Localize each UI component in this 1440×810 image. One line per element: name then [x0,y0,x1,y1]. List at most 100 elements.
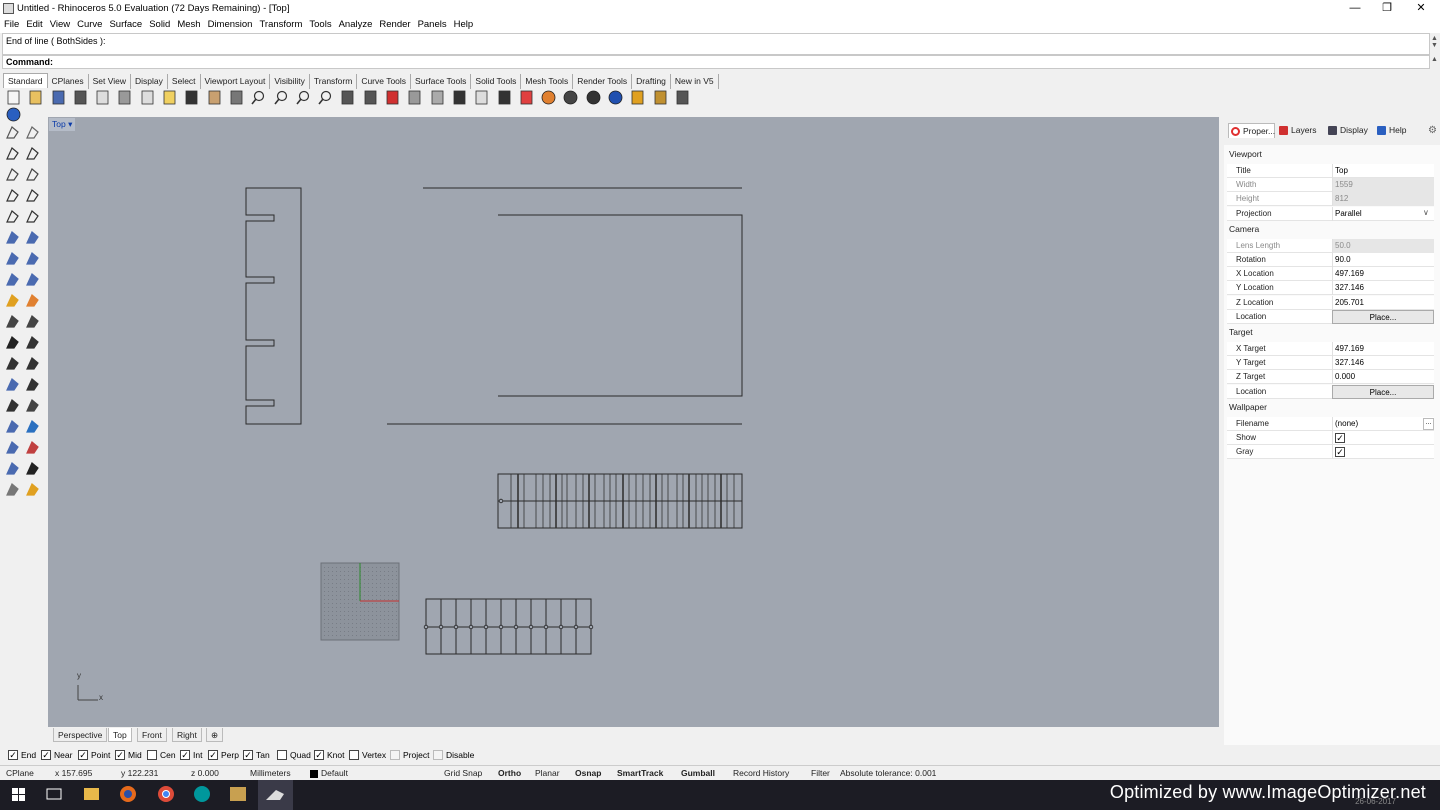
osnap-toggle[interactable]: Osnap [575,767,601,780]
osnap-tan-checkbox[interactable]: ✓ [243,750,253,760]
toolbar-tab-select[interactable]: Select [168,74,201,89]
osnap-point-checkbox[interactable]: ✓ [78,750,88,760]
osnap-int-checkbox[interactable]: ✓ [180,750,190,760]
undo-icon[interactable] [183,89,200,106]
split-icon[interactable] [4,313,21,330]
gear-icon[interactable] [652,89,669,106]
tab-top[interactable]: Top [108,728,132,742]
osnap-end-checkbox[interactable]: ✓ [8,750,18,760]
array-icon[interactable] [4,397,21,414]
explode-icon[interactable] [24,292,41,309]
paint-icon[interactable] [24,481,41,498]
boolean-icon[interactable] [4,292,21,309]
osnap-project-checkbox[interactable] [390,750,400,760]
dimension-icon[interactable] [24,376,41,393]
prop-value-z-target[interactable]: 0.000 [1332,370,1434,385]
osnap-disable[interactable]: Disable [433,750,474,761]
arc-icon[interactable] [4,208,21,225]
toolbar-tab-transform[interactable]: Transform [310,74,358,89]
group-icon[interactable] [24,334,41,351]
tab-display[interactable]: Display [1326,123,1368,138]
menu-analyze[interactable]: Analyze [336,17,376,32]
render-icon[interactable] [607,89,624,106]
gumball-icon[interactable] [4,418,21,435]
pan-icon[interactable] [206,89,223,106]
menu-transform[interactable]: Transform [256,17,305,32]
show-icon[interactable] [429,89,446,106]
scale-icon[interactable] [24,397,41,414]
tab-properties[interactable]: Proper... [1228,123,1275,138]
text-icon[interactable] [4,376,21,393]
toolbar-tab-new-in-v5[interactable]: New in V5 [671,74,719,89]
toolbar-tab-viewport-layout[interactable]: Viewport Layout [201,74,271,89]
toolbar-tab-surface-tools[interactable]: Surface Tools [411,74,472,89]
chevron-down-icon[interactable]: ∨ [1423,208,1429,217]
osnap-perp[interactable]: ✓ Perp [208,750,239,761]
mesh-icon[interactable] [24,271,41,288]
import-icon[interactable] [94,89,111,106]
fillet-curve-icon[interactable] [24,208,41,225]
tab-help[interactable]: Help [1375,123,1406,138]
close-button[interactable]: ✕ [1404,0,1438,17]
layer-icon[interactable] [518,89,535,106]
rectangle-icon[interactable] [24,187,41,204]
filter-button[interactable]: Filter [811,767,830,780]
command-line[interactable]: Command: [2,55,1430,69]
cut-icon[interactable] [116,89,133,106]
menu-solid[interactable]: Solid [146,17,173,32]
osnap-mid-checkbox[interactable]: ✓ [115,750,125,760]
cylinder-icon[interactable] [4,271,21,288]
menu-file[interactable]: File [1,17,22,32]
save-icon[interactable] [50,89,67,106]
paste-icon[interactable] [161,89,178,106]
toolbar-tab-cplanes[interactable]: CPlanes [48,74,89,89]
surface-icon[interactable] [4,229,21,246]
add-view-tab-button[interactable]: ⊕ [206,728,224,742]
trim-icon[interactable] [24,313,41,330]
toolbar-tab-display[interactable]: Display [131,74,168,89]
four-viewports-icon[interactable] [362,89,379,106]
osnap-near-checkbox[interactable]: ✓ [41,750,51,760]
tab-right[interactable]: Right [172,728,202,742]
planar-toggle[interactable]: Planar [535,767,560,780]
block-icon[interactable] [4,460,21,477]
osnap-cen-checkbox[interactable] [147,750,157,760]
prop-checkbox-gray[interactable]: ✓ [1332,445,1434,460]
menu-view[interactable]: View [47,17,73,32]
zoom-selected-icon[interactable] [317,89,334,106]
top-viewport[interactable] [48,117,1219,727]
hide-icon[interactable] [406,89,423,106]
command-scroll-arrows[interactable]: ▲ ▼ ▲ [1431,35,1439,63]
options-icon[interactable] [674,89,691,106]
print-icon[interactable] [72,89,89,106]
draft-icon[interactable] [629,89,646,106]
ellipse-icon[interactable] [24,166,41,183]
osnap-knot-checkbox[interactable]: ✓ [314,750,324,760]
extrude-icon[interactable] [24,229,41,246]
history-icon[interactable] [24,439,41,456]
grid-snap-toggle[interactable]: Grid Snap [444,767,482,780]
menu-mesh[interactable]: Mesh [174,17,203,32]
osnap-mid[interactable]: ✓ Mid [115,750,142,761]
prop-value-filename[interactable]: (none) [1332,416,1434,431]
lock-icon[interactable] [451,89,468,106]
rotate-view-icon[interactable] [339,89,356,106]
prop-checkbox-show[interactable]: ✓ [1332,431,1434,445]
shaded-sphere-icon[interactable] [585,89,602,106]
curve-icon[interactable] [24,145,41,162]
new-icon[interactable] [5,89,22,106]
toolbar-tab-visibility[interactable]: Visibility [270,74,310,89]
menu-panels[interactable]: Panels [415,17,450,32]
sphere-icon[interactable] [562,89,579,106]
osnap-disable-checkbox[interactable] [433,750,443,760]
minimize-button[interactable]: — [1338,0,1372,17]
light-icon[interactable] [473,89,490,106]
box-icon[interactable] [4,250,21,267]
osnap-quad-checkbox[interactable] [277,750,287,760]
browse-wallpaper-button[interactable]: ... [1423,417,1434,430]
ortho-toggle[interactable]: Ortho [498,767,521,780]
menu-help[interactable]: Help [451,17,477,32]
circle-icon[interactable] [4,166,21,183]
sphere-tool-icon[interactable] [24,250,41,267]
rebuild-icon[interactable] [24,355,41,372]
